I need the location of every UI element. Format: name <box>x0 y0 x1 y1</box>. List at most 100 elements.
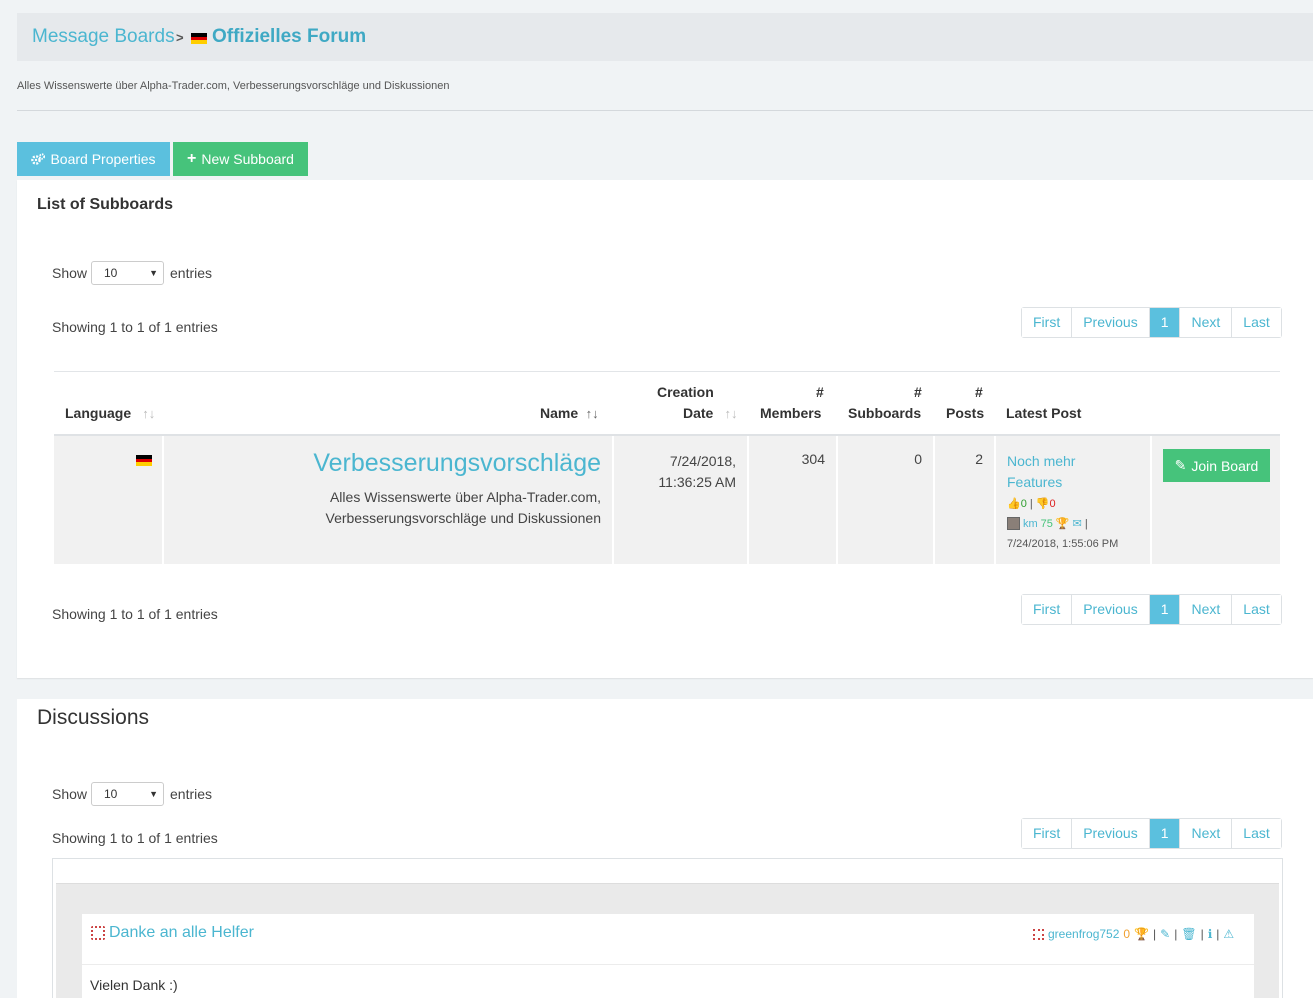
vote-separator: | <box>1029 498 1033 510</box>
discussion-title-row: Danke an alle Helfer <box>91 924 254 942</box>
breadcrumb-message-boards-link[interactable]: Message Boards <box>32 26 175 48</box>
german-flag-icon <box>191 33 207 44</box>
discussion-author-score: 0 <box>1123 927 1131 941</box>
author-avatar-icon <box>1033 928 1044 940</box>
likes-count: 0 <box>1020 498 1027 510</box>
divider <box>82 964 1254 965</box>
show-label: Show <box>52 786 88 802</box>
caret-down-icon: ▼ <box>149 268 158 278</box>
page-size-value: 10 <box>104 787 118 801</box>
thumbs-up-icon[interactable]: 👍 <box>1007 498 1021 510</box>
pager-page-1[interactable]: 1 <box>1149 308 1181 337</box>
trophy-icon: 🏆 <box>1134 927 1150 941</box>
entries-label: entries <box>170 265 213 281</box>
author-link[interactable]: km <box>1023 518 1038 530</box>
discussions-pagination: First Previous 1 Next Last <box>1021 818 1282 849</box>
pager-first[interactable]: First <box>1022 595 1073 624</box>
pager-next[interactable]: Next <box>1180 819 1233 848</box>
info-icon[interactable]: ℹ <box>1208 927 1213 941</box>
creation-time: 11:36:25 AM <box>658 474 736 490</box>
plus-icon: + <box>187 150 197 167</box>
breadcrumb: Message Boards > Offizielles Forum <box>17 13 1313 61</box>
envelope-icon[interactable]: ✉ <box>1073 517 1082 530</box>
discussion-author-link[interactable]: greenfrog752 <box>1048 927 1119 941</box>
join-board-label: Join Board <box>1191 457 1259 474</box>
col-language[interactable]: Language ↑↓ <box>65 405 155 421</box>
author-score: 75 <box>1040 517 1053 530</box>
thumbs-down-icon[interactable]: 👎 <box>1036 498 1050 510</box>
sort-asc-icon: ↑↓ <box>582 406 599 421</box>
pagination-bottom: First Previous 1 Next Last <box>1021 594 1282 625</box>
discussion-title-link[interactable]: Danke an alle Helfer <box>109 924 254 942</box>
col-members-hash: # <box>816 384 824 400</box>
pager-page-1[interactable]: 1 <box>1149 595 1181 624</box>
col-creation-date-label: Date <box>683 405 714 421</box>
meta-separator: | <box>1174 927 1178 941</box>
pager-last[interactable]: Last <box>1232 308 1281 337</box>
subboard-description-line2: Verbesserungsvorschläge und Diskussionen <box>325 510 602 526</box>
author-separator: | <box>1084 517 1088 530</box>
col-creation-date-line1[interactable]: Creation <box>657 384 714 400</box>
meta-separator: | <box>1200 927 1204 941</box>
latest-post-votes: 👍0 | 👎0 <box>1007 497 1056 510</box>
subboard-name-link[interactable]: Verbesserungsvorschläge <box>164 449 601 478</box>
pager-page-1[interactable]: 1 <box>1149 819 1181 848</box>
page-size-select[interactable]: 10 ▼ <box>91 261 164 285</box>
discussions-title: Discussions <box>37 706 150 729</box>
trash-icon[interactable]: 🗑 <box>1181 927 1196 941</box>
pager-previous[interactable]: Previous <box>1072 595 1150 624</box>
avatar <box>1007 517 1020 530</box>
table-top-border <box>54 371 1280 372</box>
german-flag-icon <box>136 455 152 466</box>
breadcrumb-separator: > <box>176 30 184 45</box>
pager-last[interactable]: Last <box>1232 595 1281 624</box>
warning-icon[interactable]: ⚠ <box>1223 927 1234 941</box>
pencil-icon: ✎ <box>1174 457 1187 473</box>
discussions-table-header <box>56 862 1279 884</box>
show-label: Show <box>52 265 88 281</box>
subboard-posts-count: 2 <box>975 451 983 467</box>
col-creation-date[interactable]: Date ↑↓ <box>683 405 737 421</box>
page-size-value: 10 <box>104 266 118 280</box>
col-latest-post: Latest Post <box>1006 405 1082 421</box>
latest-post-date: 7/24/2018, 1:55:06 PM <box>1007 538 1119 550</box>
join-board-button[interactable]: ✎ Join Board <box>1163 449 1270 482</box>
latest-post-author: km 75 🏆 ✉ | <box>1007 517 1088 530</box>
discussions-page-size-select[interactable]: 10 ▼ <box>91 782 164 806</box>
pager-last[interactable]: Last <box>1232 819 1281 848</box>
subboard-description: Alles Wissenswerte über Alpha-Trader.com… <box>164 487 602 529</box>
col-subboards: Subboards <box>848 405 922 421</box>
creation-date-line1: 7/24/2018, <box>669 453 736 469</box>
pagination-top: First Previous 1 Next Last <box>1021 307 1282 338</box>
discussion-body: Vielen Dank :) <box>90 977 178 993</box>
divider <box>17 110 1313 111</box>
pager-previous[interactable]: Previous <box>1072 308 1150 337</box>
entries-label: entries <box>170 786 213 802</box>
subboard-description-line1: Alles Wissenswerte über Alpha-Trader.com… <box>329 489 601 505</box>
trophy-icon: 🏆 <box>1055 518 1070 530</box>
subboard-subboards-count: 0 <box>914 451 922 467</box>
pager-first[interactable]: First <box>1022 819 1073 848</box>
col-name-label: Name <box>540 405 579 421</box>
board-properties-button[interactable]: Board Properties <box>17 142 170 176</box>
col-name[interactable]: Name ↑↓ <box>540 405 599 421</box>
gears-icon <box>31 152 46 165</box>
pager-next[interactable]: Next <box>1180 595 1233 624</box>
latest-post-link[interactable]: Noch mehr Features <box>1007 451 1075 493</box>
pager-first[interactable]: First <box>1022 308 1073 337</box>
sort-icon: ↑↓ <box>717 406 738 421</box>
user-avatar-icon <box>91 926 105 940</box>
board-description: Alles Wissenswerte über Alpha-Trader.com… <box>17 80 450 92</box>
discussions-info: Showing 1 to 1 of 1 entries <box>52 830 218 846</box>
table-info-bottom: Showing 1 to 1 of 1 entries <box>52 606 218 622</box>
col-posts: Posts <box>946 405 985 421</box>
discussion-meta: greenfrog752 0 🏆 | ✎ | 🗑 | ℹ | ⚠ <box>1033 927 1234 941</box>
meta-separator: | <box>1216 927 1220 941</box>
table-info-top: Showing 1 to 1 of 1 entries <box>52 319 218 335</box>
pager-previous[interactable]: Previous <box>1072 819 1150 848</box>
edit-icon[interactable]: ✎ <box>1160 927 1170 941</box>
new-subboard-button[interactable]: + New Subboard <box>173 142 308 176</box>
col-subboards-hash: # <box>914 384 922 400</box>
subboard-members-count: 304 <box>801 451 825 467</box>
pager-next[interactable]: Next <box>1180 308 1233 337</box>
